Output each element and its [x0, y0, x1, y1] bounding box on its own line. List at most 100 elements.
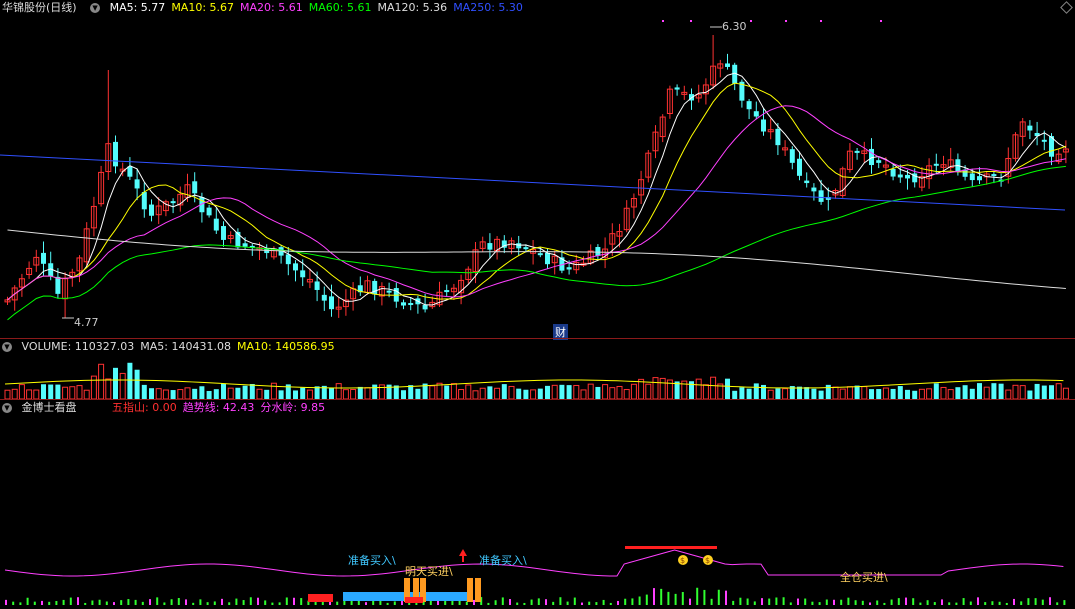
- volume-bar: [1062, 387, 1069, 399]
- signal-bar: [501, 597, 504, 605]
- candlestick-chart[interactable]: [0, 0, 1075, 338]
- volume-chart[interactable]: [0, 339, 1075, 399]
- volume-bar: [69, 386, 76, 399]
- candle-body: [192, 181, 198, 194]
- signal-bar: [293, 597, 295, 605]
- candlestick: [623, 200, 630, 233]
- signal-bar: [26, 597, 29, 605]
- candle-body: [746, 101, 752, 110]
- volume-bar: [695, 378, 702, 399]
- candlestick: [401, 299, 406, 310]
- low-price-label: 4.77: [74, 316, 99, 329]
- candlestick: [890, 164, 896, 181]
- candle-body: [775, 128, 781, 146]
- jbs-chart[interactable]: $ $: [0, 400, 1075, 609]
- candle-body: [213, 218, 219, 231]
- candlestick: [278, 244, 284, 264]
- volume-bar: [41, 384, 46, 399]
- volume-bar: [739, 387, 745, 399]
- signal-bar: [595, 602, 598, 605]
- event-mark: [785, 20, 787, 22]
- candle-body: [545, 252, 550, 265]
- volume-bar: [494, 387, 501, 399]
- signal-bar: [617, 600, 619, 605]
- volume-bar: [256, 388, 263, 399]
- signal-bar: [753, 601, 756, 605]
- signal-bar: [105, 601, 108, 605]
- signal-bar: [242, 600, 245, 605]
- candle-body: [876, 160, 882, 163]
- volume-bar: [537, 388, 543, 399]
- volume-bar: [912, 390, 918, 399]
- volume-bar: [213, 389, 219, 399]
- signal-bar: [19, 602, 22, 605]
- jbs-panel[interactable]: ▼ 金博士看盘 五指山: 0.00 趋势线: 42.43 分水岭: 9.85 $ $ …: [0, 400, 1075, 609]
- candle-body: [595, 246, 601, 256]
- volume-bar: [832, 386, 839, 399]
- signal-bar: [98, 599, 101, 605]
- volume-bar: [559, 384, 565, 399]
- signal-bar: [487, 602, 490, 605]
- candlestick: [357, 276, 363, 296]
- signal-bar: [840, 599, 843, 605]
- candlestick: [33, 249, 40, 272]
- signal-bar: [221, 598, 223, 605]
- candlestick: [1034, 121, 1040, 146]
- candlestick: [415, 295, 421, 314]
- volume-bar: [869, 389, 874, 399]
- signal-bar: [149, 599, 151, 605]
- signal-bar: [948, 602, 951, 605]
- volume-bar: [372, 384, 378, 399]
- signal-bar: [141, 601, 144, 605]
- candlestick: [321, 286, 327, 311]
- candlestick: [876, 156, 882, 169]
- signal-bar: [12, 601, 15, 605]
- signal-bar: [545, 599, 547, 605]
- volume-bar: [616, 385, 623, 399]
- signal-bar: [257, 597, 259, 605]
- candle-body: [523, 247, 529, 250]
- candlestick: [62, 272, 69, 318]
- volume-bar: [1027, 390, 1033, 399]
- candle-body: [149, 204, 154, 216]
- volume-bar: [472, 390, 479, 399]
- volume-bar: [342, 389, 349, 399]
- volume-bar: [1034, 383, 1040, 399]
- volume-bar: [76, 385, 83, 399]
- candlestick: [1019, 117, 1026, 147]
- signal-bar: [883, 602, 886, 605]
- volume-bar: [350, 389, 357, 399]
- signal-bar: [494, 600, 497, 605]
- signal-bar: [228, 602, 231, 605]
- signal-bar: [775, 597, 778, 605]
- candle-body: [372, 280, 378, 295]
- volume-bar: [753, 383, 759, 399]
- signal-bar: [537, 598, 540, 605]
- volume-bar: [170, 390, 176, 399]
- signal-bar: [134, 599, 137, 605]
- signal-bar: [1034, 598, 1037, 605]
- candlestick: [487, 233, 493, 259]
- orange-bar: [467, 578, 473, 602]
- volume-bar: [516, 388, 522, 399]
- signal-bar: [1056, 602, 1059, 605]
- ma120-line: [7, 229, 1066, 289]
- volume-bar: [177, 389, 184, 399]
- money-bag-icon: $: [680, 556, 685, 565]
- volume-bar: [450, 383, 457, 399]
- volume-bar: [580, 389, 587, 399]
- volume-bar: [444, 385, 450, 399]
- signal-bar: [559, 597, 562, 605]
- volume-bar: [162, 389, 169, 399]
- volume-bar: [630, 383, 637, 399]
- candlestick: [26, 261, 33, 279]
- signal-bar: [941, 599, 943, 605]
- price-panel[interactable]: 华锦股份(日线) ▼ MA5: 5.77 MA10: 5.67 MA20: 5.61…: [0, 0, 1075, 340]
- signal-bar: [717, 589, 720, 605]
- volume-bar: [98, 363, 105, 399]
- candlestick: [113, 135, 118, 174]
- candlestick: [530, 240, 537, 265]
- signal-bar: [833, 599, 835, 605]
- volume-panel[interactable]: ▼ VOLUME: 110327.03 MA5: 140431.08 MA10: 1…: [0, 339, 1075, 399]
- candlestick: [372, 278, 378, 301]
